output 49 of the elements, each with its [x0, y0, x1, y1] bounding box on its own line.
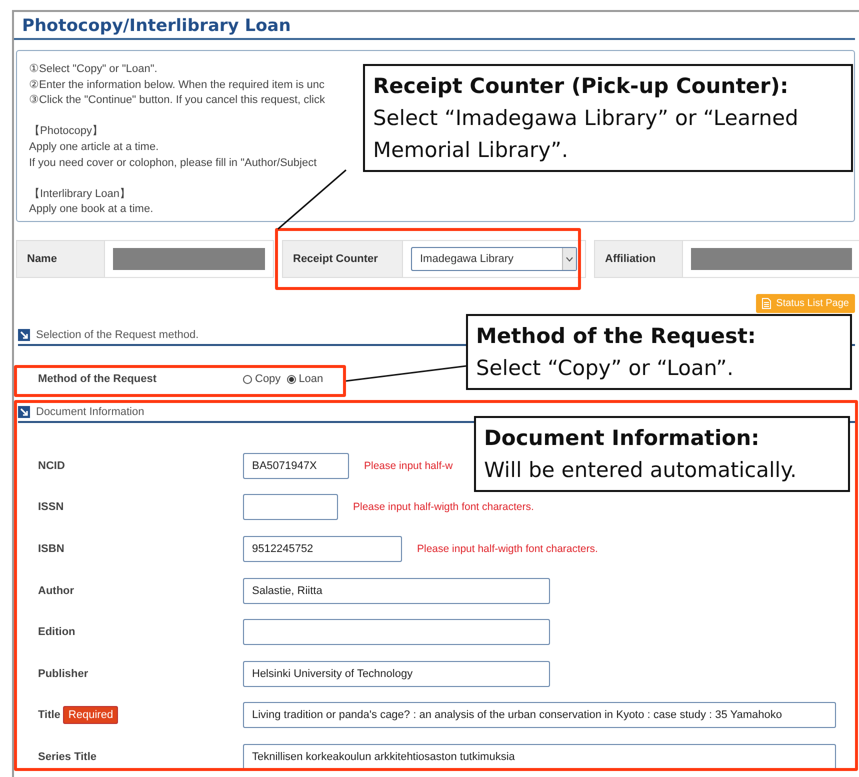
callout-text: Select “Imadegawa Library” or “Learned Memorial Library”.	[373, 105, 800, 164]
error-message: Please input half-wigth font characters.	[417, 542, 598, 555]
field-label: ISBN	[37, 542, 66, 555]
instruction-text: 【Interlibrary Loan】	[29, 186, 130, 202]
arrow-icon	[18, 329, 30, 341]
arrow-icon	[18, 406, 30, 418]
callout-title: Method of the Request:	[476, 323, 757, 350]
caret-icon	[566, 256, 573, 262]
instruction-text: Apply one book at a time.	[29, 202, 154, 218]
radio-option[interactable]: Copy	[243, 373, 281, 385]
instruction-text: If you need cover or colophon, please fill in "Author/Subject	[29, 156, 317, 171]
error-message: Please input half-wigth font characters.	[353, 501, 534, 514]
field-label: Method of the Request	[37, 373, 158, 385]
leader-line	[278, 169, 346, 230]
instruction-text: ①Select "Copy" or "Loan".	[29, 62, 158, 77]
radio-option[interactable]: Loan	[286, 373, 324, 385]
field-label: Affiliation	[595, 241, 683, 277]
text-field[interactable]: BA5071947X	[243, 452, 349, 479]
field-label: Title Required	[14, 706, 243, 724]
required-badge: Required	[63, 706, 118, 724]
text-field[interactable]	[243, 619, 550, 646]
callout-text: Will be entered automatically.	[484, 457, 798, 484]
field-label: Author	[37, 584, 76, 597]
instruction-text: ③Click the "Continue" button. If you cancel this request, click	[29, 93, 326, 108]
callout-text: Select “Copy” or “Loan”.	[476, 355, 735, 382]
field-label: NCID	[37, 460, 66, 472]
page-title: Photocopy/Interlibrary Loan	[14, 12, 855, 40]
instruction-text: Apply one article at a time.	[29, 140, 159, 155]
text-field[interactable]: Living tradition or panda's cage? : an analysis of the urban conservation in Kyoto : case study : 35 Yamahoko	[243, 702, 836, 728]
text-field[interactable]: Teknillisen korkeakoulun arkkitehtiosaston tutkimuksia	[243, 744, 836, 770]
callout-title: Receipt Counter (Pick-up Counter):	[373, 73, 790, 100]
callout-title: Document Information:	[484, 425, 760, 452]
field-label: Publisher	[37, 668, 90, 680]
instruction-text: 【Photocopy】	[29, 124, 103, 140]
section-heading: Selection of the Request method.	[36, 329, 199, 341]
section-heading: Document Information	[36, 406, 144, 418]
field-label: Receipt Counter	[283, 241, 403, 277]
text-field[interactable]	[243, 494, 338, 520]
field-label: ISSN	[37, 501, 65, 514]
field-label: Edition	[37, 626, 76, 638]
field-label: Name	[17, 241, 105, 277]
field-label: Series Title	[37, 750, 98, 763]
text-field[interactable]: Helsinki University of Technology	[243, 660, 550, 687]
document-icon	[762, 298, 772, 309]
receipt-counter-select[interactable]: Imadegawa Library	[411, 247, 577, 271]
text-field[interactable]: 9512245752	[243, 536, 402, 562]
text-field[interactable]: Salastie, Riitta	[243, 578, 550, 604]
error-message: Please input half-w	[364, 460, 453, 472]
instruction-text: ②Enter the information below. When the required item is unc	[29, 78, 325, 93]
